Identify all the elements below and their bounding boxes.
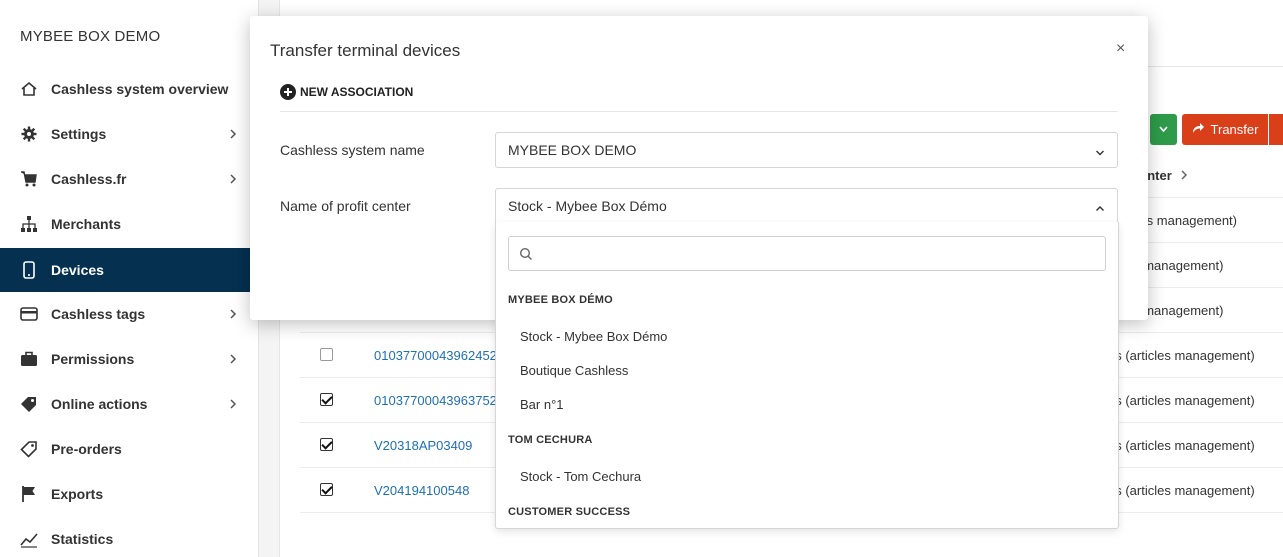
sidebar-item-label: Cashless system overview — [51, 81, 229, 97]
sidebar-item-pre-orders[interactable]: Pre-orders — [0, 427, 258, 471]
table-cell-profit-center: es (articles management) — [1108, 483, 1255, 498]
sidebar-item-merchants[interactable]: Merchants — [0, 202, 258, 246]
profit-center-dropdown: MYBEE BOX DÉMO Stock - Mybee Box Démo Bo… — [495, 222, 1119, 529]
row-checkbox[interactable] — [320, 438, 333, 451]
table-cell-profit-center: es (articles management) — [1108, 393, 1255, 408]
new-association-label: NEW ASSOCIATION — [300, 85, 414, 99]
row-checkbox[interactable] — [320, 393, 333, 406]
cashless-system-select[interactable]: MYBEE BOX DEMO — [495, 132, 1118, 168]
select-value: MYBEE BOX DEMO — [508, 142, 637, 158]
sidebar-item-cashless-overview[interactable]: Cashless system overview — [0, 67, 258, 111]
sidebar-item-label: Permissions — [51, 351, 135, 367]
search-icon — [519, 247, 533, 261]
device-link[interactable]: V204194100548 — [374, 483, 469, 498]
dropdown-group-label: MYBEE BOX DÉMO — [508, 294, 613, 306]
transfer-dropdown-button[interactable] — [1269, 114, 1283, 145]
chevron-right-icon — [226, 352, 240, 366]
profit-center-select[interactable]: Stock - Mybee Box Démo — [495, 188, 1118, 224]
table-cell-profit-center: es (articles management) — [1108, 348, 1255, 363]
sidebar-item-label: Merchants — [51, 216, 122, 232]
close-icon[interactable]: × — [1116, 40, 1130, 57]
transfer-label: Transfer — [1210, 122, 1259, 137]
share-icon — [1192, 122, 1205, 137]
org-chart-icon — [20, 215, 38, 233]
phone-icon — [20, 261, 38, 279]
dropdown-option[interactable]: Stock - Tom Cechura — [520, 469, 641, 484]
modal-title: Transfer terminal devices — [270, 41, 461, 60]
cashless-system-label: Cashless system name — [280, 142, 425, 158]
dropdown-option[interactable]: Bar n°1 — [520, 397, 564, 412]
sidebar-item-label: Online actions — [51, 396, 148, 412]
dropdown-group-label: CUSTOMER SUCCESS — [508, 506, 631, 518]
profit-center-label: Name of profit center — [280, 198, 411, 214]
sidebar-item-label: Cashless.fr — [51, 171, 127, 187]
chevron-right-icon — [226, 307, 240, 321]
sidebar-item-label: Devices — [51, 262, 104, 278]
chevron-right-icon — [226, 172, 240, 186]
device-link[interactable]: 010377000439624520 — [374, 348, 504, 363]
gear-icon — [20, 125, 38, 143]
sidebar-item-label: Exports — [51, 486, 104, 502]
sidebar-item-label: Pre-orders — [51, 441, 122, 457]
modal-divider — [280, 111, 1118, 112]
plus-circle-icon — [280, 84, 296, 100]
line-chart-icon — [20, 530, 38, 548]
transfer-button[interactable]: Transfer — [1182, 114, 1268, 145]
sidebar-item-label: Statistics — [51, 531, 114, 547]
row-checkbox[interactable] — [320, 483, 333, 496]
table-cell-profit-center: es (articles management) — [1108, 438, 1255, 453]
home-icon — [20, 80, 38, 98]
dropdown-option[interactable]: Boutique Cashless — [520, 363, 628, 378]
sidebar-item-online-actions[interactable]: Online actions — [0, 382, 258, 426]
chevron-right-icon — [1179, 169, 1189, 184]
sidebar-item-cashless-fr[interactable]: Cashless.fr — [0, 157, 258, 201]
flag-icon — [20, 485, 38, 503]
briefcase-icon — [20, 350, 38, 368]
sidebar-item-statistics[interactable]: Statistics — [0, 517, 258, 557]
card-icon — [20, 305, 38, 323]
dropdown-option[interactable]: Stock - Mybee Box Démo — [520, 329, 667, 344]
sidebar-item-settings[interactable]: Settings — [0, 112, 258, 156]
row-checkbox[interactable] — [320, 348, 333, 361]
chevron-right-icon — [226, 127, 240, 141]
new-association-button[interactable]: NEW ASSOCIATION — [280, 84, 413, 100]
select-value: Stock - Mybee Box Démo — [508, 198, 667, 214]
cart-icon — [20, 170, 38, 188]
sidebar-item-devices[interactable]: Devices — [0, 248, 258, 292]
sidebar: MYBEE BOX DEMO Cashless system overview … — [0, 0, 259, 557]
sidebar-item-label: Settings — [51, 126, 107, 142]
device-link[interactable]: 010377000439637520 — [374, 393, 504, 408]
chevron-down-icon — [1095, 145, 1105, 156]
green-dropdown-button[interactable] — [1150, 114, 1177, 145]
dropdown-group-label: TOM CECHURA — [508, 434, 593, 446]
sidebar-item-label: Cashless tags — [51, 306, 146, 322]
brand-title: MYBEE BOX DEMO — [20, 28, 161, 45]
tag-outline-icon — [20, 440, 38, 458]
chevron-up-icon — [1095, 201, 1105, 211]
chevron-right-icon — [226, 397, 240, 411]
dropdown-search-input[interactable] — [508, 236, 1106, 271]
sidebar-item-permissions[interactable]: Permissions — [0, 337, 258, 381]
device-link[interactable]: V20318AP03409 — [374, 438, 472, 453]
tag-icon — [20, 395, 38, 413]
sidebar-item-cashless-tags[interactable]: Cashless tags — [0, 292, 258, 336]
sidebar-item-exports[interactable]: Exports — [0, 472, 258, 516]
